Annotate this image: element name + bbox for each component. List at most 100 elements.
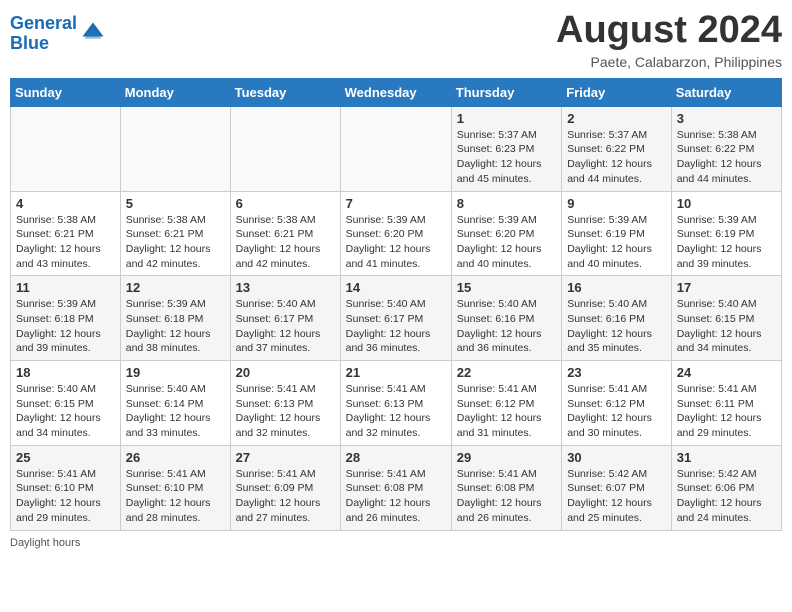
- logo-icon: [79, 19, 107, 47]
- day-number: 31: [677, 450, 776, 465]
- calendar-cell: 1 Sunrise: 5:37 AM Sunset: 6:23 PM Daylig…: [451, 106, 561, 191]
- day-number: 12: [126, 280, 225, 295]
- day-number: 16: [567, 280, 666, 295]
- day-number: 18: [16, 365, 115, 380]
- week-row-2: 4 Sunrise: 5:38 AM Sunset: 6:21 PM Daylig…: [11, 191, 782, 276]
- calendar-cell: 28 Sunrise: 5:41 AM Sunset: 6:08 PM Dayli…: [340, 445, 451, 530]
- day-number: 30: [567, 450, 666, 465]
- day-number: 10: [677, 196, 776, 211]
- weekday-header-wednesday: Wednesday: [340, 78, 451, 106]
- day-info: Sunrise: 5:40 AM Sunset: 6:16 PM Dayligh…: [567, 297, 666, 356]
- calendar-cell: 21Sunrise: 5:41 AM Sunset: 6:13 PM Dayli…: [340, 361, 451, 446]
- day-info: Sunrise: 5:38 AM Sunset: 6:21 PM Dayligh…: [126, 213, 225, 272]
- weekday-header-monday: Monday: [120, 78, 230, 106]
- day-number: 3: [677, 111, 776, 126]
- day-info: Sunrise: 5:42 AM Sunset: 6:06 PM Dayligh…: [677, 467, 776, 526]
- day-number: 17: [677, 280, 776, 295]
- day-info: Sunrise: 5:37 AM Sunset: 6:23 PM Dayligh…: [457, 128, 556, 187]
- day-number: 27: [236, 450, 335, 465]
- calendar-cell: 13 Sunrise: 5:40 AM Sunset: 6:17 PM Dayli…: [230, 276, 340, 361]
- day-info: Sunrise: 5:40 AM Sunset: 6:15 PM Dayligh…: [16, 382, 115, 441]
- calendar-cell: 4 Sunrise: 5:38 AM Sunset: 6:21 PM Daylig…: [11, 191, 121, 276]
- day-info: Sunrise: 5:41 AM Sunset: 6:12 PM Dayligh…: [457, 382, 556, 441]
- day-number: 23: [567, 365, 666, 380]
- calendar-cell: 10 Sunrise: 5:39 AM Sunset: 6:19 PM Dayli…: [671, 191, 781, 276]
- calendar-cell: 27 Sunrise: 5:41 AM Sunset: 6:09 PM Dayli…: [230, 445, 340, 530]
- day-info: Sunrise: 5:39 AM Sunset: 6:18 PM Dayligh…: [126, 297, 225, 356]
- title-area: August 2024 Paete, Calabarzon, Philippin…: [556, 10, 782, 70]
- calendar-cell: 15 Sunrise: 5:40 AM Sunset: 6:16 PM Dayli…: [451, 276, 561, 361]
- day-info: Sunrise: 5:39 AM Sunset: 6:20 PM Dayligh…: [457, 213, 556, 272]
- day-number: 20: [236, 365, 335, 380]
- calendar-cell: 24Sunrise: 5:41 AM Sunset: 6:11 PM Dayli…: [671, 361, 781, 446]
- day-info: Sunrise: 5:38 AM Sunset: 6:21 PM Dayligh…: [236, 213, 335, 272]
- day-info: Sunrise: 5:40 AM Sunset: 6:14 PM Dayligh…: [126, 382, 225, 441]
- day-number: 4: [16, 196, 115, 211]
- location-subtitle: Paete, Calabarzon, Philippines: [556, 54, 782, 70]
- day-number: 28: [346, 450, 446, 465]
- day-info: Sunrise: 5:41 AM Sunset: 6:08 PM Dayligh…: [457, 467, 556, 526]
- calendar-cell: 7Sunrise: 5:39 AM Sunset: 6:20 PM Daylig…: [340, 191, 451, 276]
- week-row-5: 25Sunrise: 5:41 AM Sunset: 6:10 PM Dayli…: [11, 445, 782, 530]
- day-number: 14: [346, 280, 446, 295]
- day-info: Sunrise: 5:40 AM Sunset: 6:15 PM Dayligh…: [677, 297, 776, 356]
- calendar-cell: 5 Sunrise: 5:38 AM Sunset: 6:21 PM Daylig…: [120, 191, 230, 276]
- day-info: Sunrise: 5:41 AM Sunset: 6:13 PM Dayligh…: [236, 382, 335, 441]
- footer: Daylight hours: [10, 537, 782, 549]
- calendar-table: SundayMondayTuesdayWednesdayThursdayFrid…: [10, 78, 782, 531]
- calendar-cell: 25Sunrise: 5:41 AM Sunset: 6:10 PM Dayli…: [11, 445, 121, 530]
- day-info: Sunrise: 5:39 AM Sunset: 6:19 PM Dayligh…: [677, 213, 776, 272]
- calendar-cell: 18 Sunrise: 5:40 AM Sunset: 6:15 PM Dayli…: [11, 361, 121, 446]
- page-header: General Blue August 2024 Paete, Calabarz…: [10, 10, 782, 70]
- day-number: 11: [16, 280, 115, 295]
- day-number: 19: [126, 365, 225, 380]
- calendar-cell: 11 Sunrise: 5:39 AM Sunset: 6:18 PM Dayli…: [11, 276, 121, 361]
- calendar-cell: 14 Sunrise: 5:40 AM Sunset: 6:17 PM Dayli…: [340, 276, 451, 361]
- calendar-cell: 3 Sunrise: 5:38 AM Sunset: 6:22 PM Daylig…: [671, 106, 781, 191]
- day-info: Sunrise: 5:41 AM Sunset: 6:10 PM Dayligh…: [16, 467, 115, 526]
- day-info: Sunrise: 5:41 AM Sunset: 6:10 PM Dayligh…: [126, 467, 225, 526]
- weekday-header-row: SundayMondayTuesdayWednesdayThursdayFrid…: [11, 78, 782, 106]
- day-number: 7: [346, 196, 446, 211]
- day-number: 15: [457, 280, 556, 295]
- calendar-cell: 29Sunrise: 5:41 AM Sunset: 6:08 PM Dayli…: [451, 445, 561, 530]
- day-info: Sunrise: 5:41 AM Sunset: 6:12 PM Dayligh…: [567, 382, 666, 441]
- calendar-cell: 12 Sunrise: 5:39 AM Sunset: 6:18 PM Dayli…: [120, 276, 230, 361]
- day-info: Sunrise: 5:40 AM Sunset: 6:16 PM Dayligh…: [457, 297, 556, 356]
- week-row-3: 11 Sunrise: 5:39 AM Sunset: 6:18 PM Dayli…: [11, 276, 782, 361]
- calendar-cell: 22Sunrise: 5:41 AM Sunset: 6:12 PM Dayli…: [451, 361, 561, 446]
- weekday-header-saturday: Saturday: [671, 78, 781, 106]
- day-info: Sunrise: 5:38 AM Sunset: 6:21 PM Dayligh…: [16, 213, 115, 272]
- day-info: Sunrise: 5:42 AM Sunset: 6:07 PM Dayligh…: [567, 467, 666, 526]
- day-info: Sunrise: 5:37 AM Sunset: 6:22 PM Dayligh…: [567, 128, 666, 187]
- day-info: Sunrise: 5:39 AM Sunset: 6:18 PM Dayligh…: [16, 297, 115, 356]
- logo-text: General Blue: [10, 14, 77, 54]
- day-info: Sunrise: 5:40 AM Sunset: 6:17 PM Dayligh…: [236, 297, 335, 356]
- calendar-cell: 16 Sunrise: 5:40 AM Sunset: 6:16 PM Dayli…: [562, 276, 672, 361]
- day-number: 5: [126, 196, 225, 211]
- week-row-4: 18 Sunrise: 5:40 AM Sunset: 6:15 PM Dayli…: [11, 361, 782, 446]
- weekday-header-tuesday: Tuesday: [230, 78, 340, 106]
- day-info: Sunrise: 5:41 AM Sunset: 6:09 PM Dayligh…: [236, 467, 335, 526]
- day-info: Sunrise: 5:38 AM Sunset: 6:22 PM Dayligh…: [677, 128, 776, 187]
- day-info: Sunrise: 5:41 AM Sunset: 6:13 PM Dayligh…: [346, 382, 446, 441]
- day-number: 24: [677, 365, 776, 380]
- day-info: Sunrise: 5:41 AM Sunset: 6:08 PM Dayligh…: [346, 467, 446, 526]
- footer-text: Daylight hours: [10, 537, 80, 549]
- weekday-header-friday: Friday: [562, 78, 672, 106]
- calendar-cell: 30 Sunrise: 5:42 AM Sunset: 6:07 PM Dayli…: [562, 445, 672, 530]
- calendar-cell: [230, 106, 340, 191]
- day-info: Sunrise: 5:40 AM Sunset: 6:17 PM Dayligh…: [346, 297, 446, 356]
- day-number: 1: [457, 111, 556, 126]
- calendar-cell: 6Sunrise: 5:38 AM Sunset: 6:21 PM Daylig…: [230, 191, 340, 276]
- calendar-cell: 20 Sunrise: 5:41 AM Sunset: 6:13 PM Dayli…: [230, 361, 340, 446]
- day-number: 9: [567, 196, 666, 211]
- day-number: 13: [236, 280, 335, 295]
- calendar-cell: 23 Sunrise: 5:41 AM Sunset: 6:12 PM Dayli…: [562, 361, 672, 446]
- calendar-cell: [340, 106, 451, 191]
- calendar-cell: 19 Sunrise: 5:40 AM Sunset: 6:14 PM Dayli…: [120, 361, 230, 446]
- day-number: 8: [457, 196, 556, 211]
- calendar-cell: 17 Sunrise: 5:40 AM Sunset: 6:15 PM Dayli…: [671, 276, 781, 361]
- day-info: Sunrise: 5:39 AM Sunset: 6:19 PM Dayligh…: [567, 213, 666, 272]
- calendar-cell: 9 Sunrise: 5:39 AM Sunset: 6:19 PM Daylig…: [562, 191, 672, 276]
